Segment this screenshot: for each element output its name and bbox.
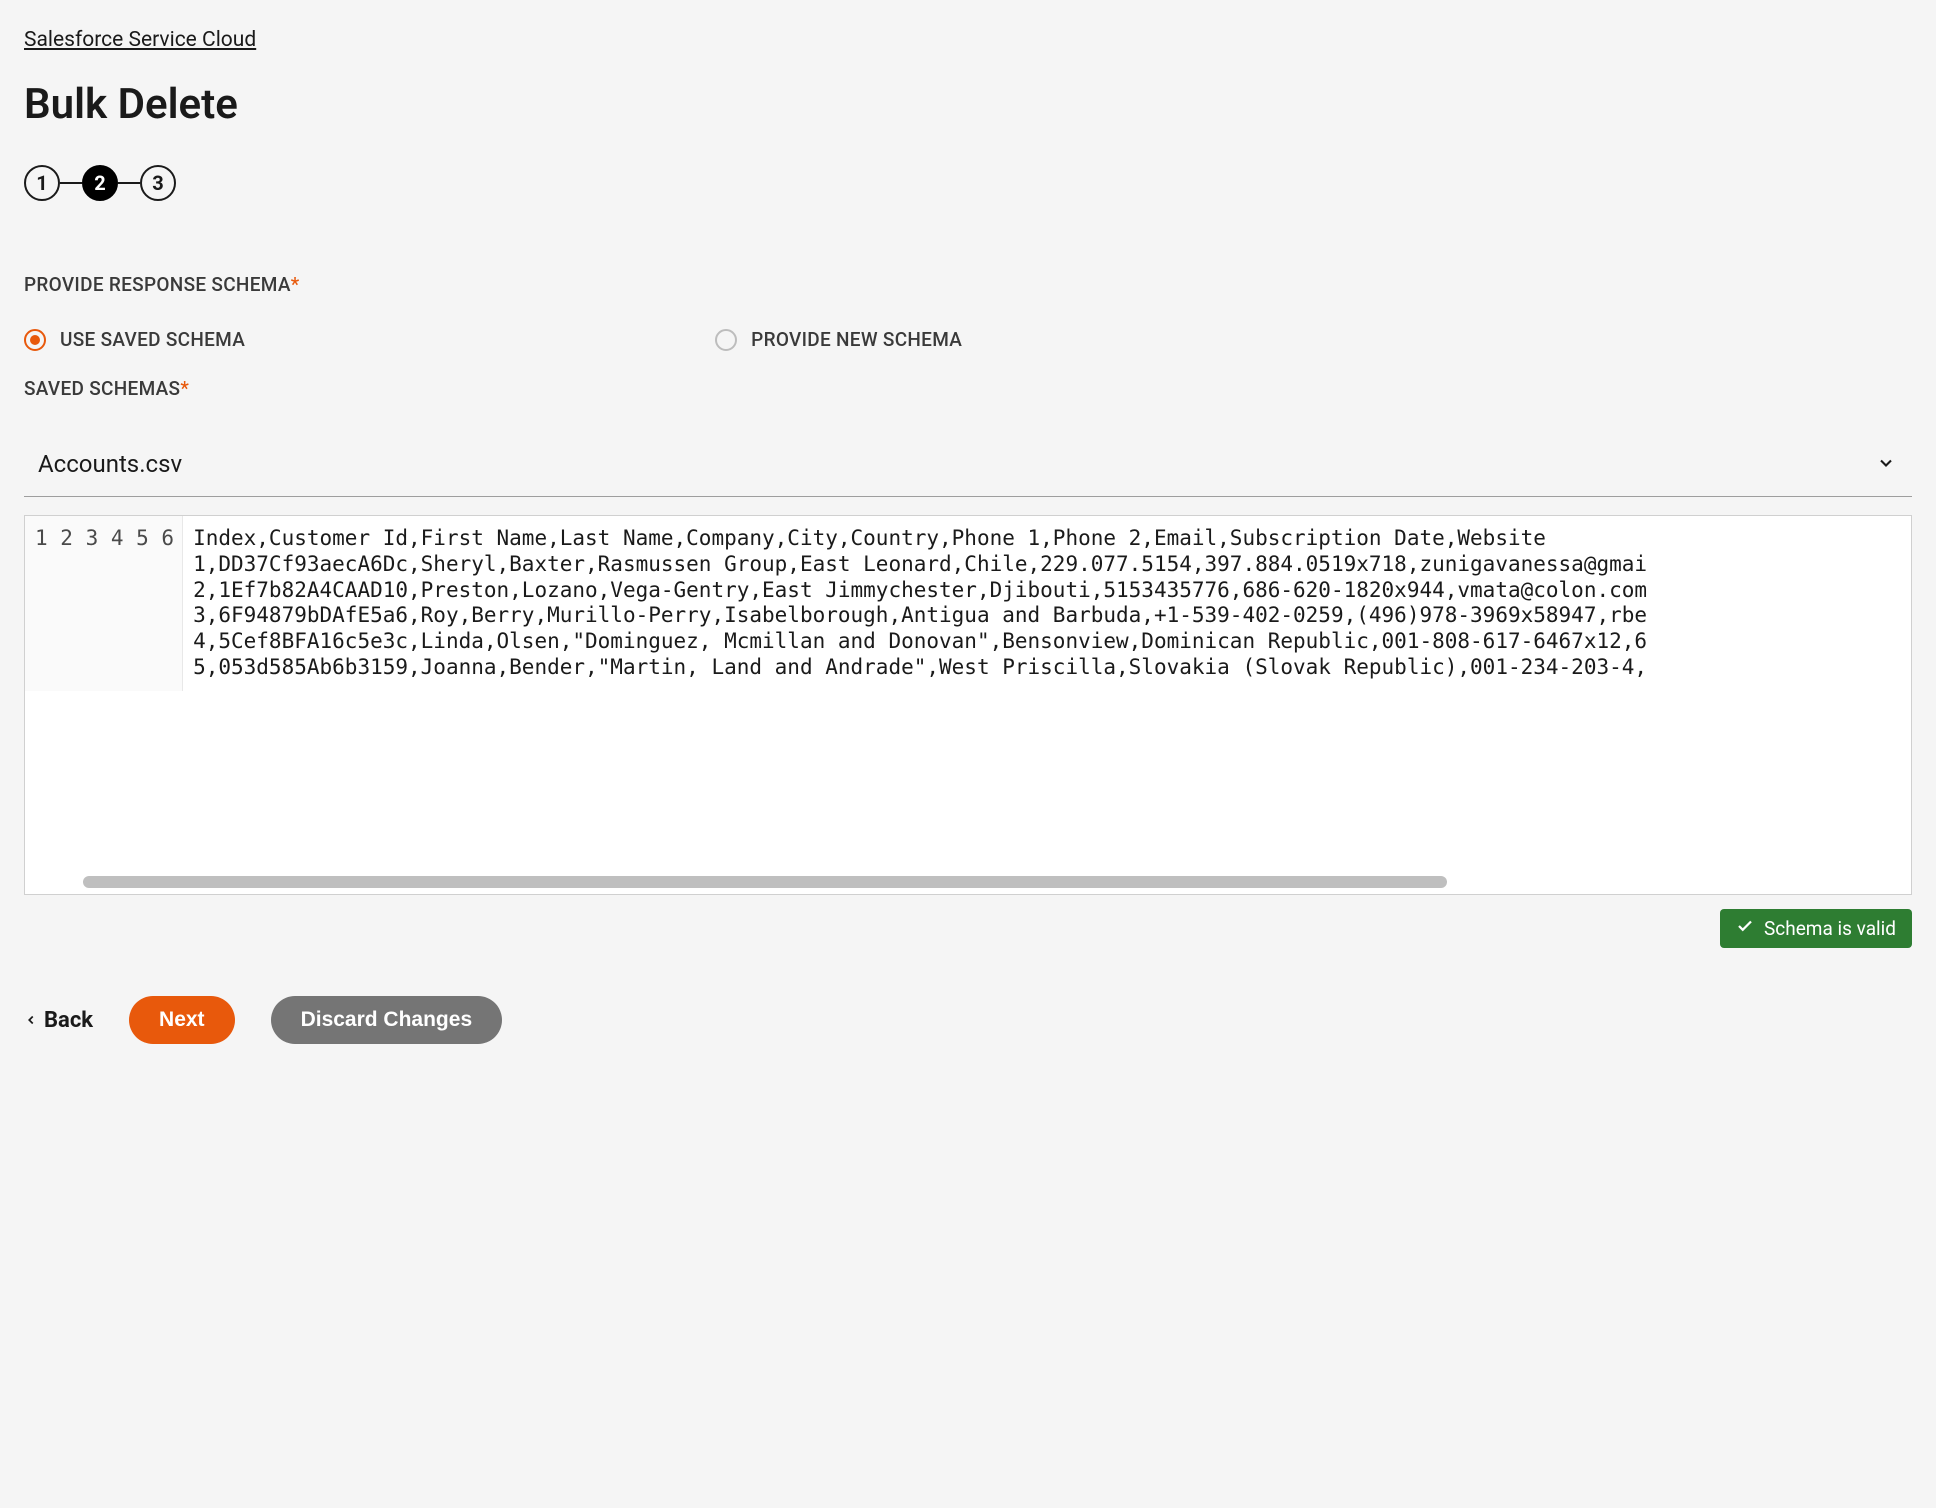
saved-schemas-label: SAVED SCHEMAS* xyxy=(24,377,1912,400)
check-icon xyxy=(1736,917,1754,940)
step-1[interactable]: 1 xyxy=(24,165,60,201)
saved-schemas-label-text: SAVED SCHEMAS xyxy=(24,377,180,400)
schema-section-label: PROVIDE RESPONSE SCHEMA* xyxy=(24,273,1912,296)
next-button[interactable]: Next xyxy=(129,996,235,1044)
schema-section-label-text: PROVIDE RESPONSE SCHEMA xyxy=(24,273,291,296)
radio-provide-new-schema[interactable]: PROVIDE NEW SCHEMA xyxy=(715,328,962,351)
schema-radio-group: USE SAVED SCHEMA PROVIDE NEW SCHEMA xyxy=(24,328,1912,351)
schema-valid-text: Schema is valid xyxy=(1764,917,1896,940)
step-connector xyxy=(118,182,140,185)
back-button-label: Back xyxy=(44,1008,93,1033)
saved-schema-select[interactable]: Accounts.csv xyxy=(24,432,1912,497)
code-gutter: 1 2 3 4 5 6 xyxy=(25,516,183,691)
radio-use-saved-schema[interactable]: USE SAVED SCHEMA xyxy=(24,328,245,351)
code-content[interactable]: Index,Customer Id,First Name,Last Name,C… xyxy=(183,516,1657,691)
step-3[interactable]: 3 xyxy=(140,165,176,201)
step-connector xyxy=(60,182,82,185)
schema-valid-badge: Schema is valid xyxy=(1720,909,1912,948)
discard-changes-button[interactable]: Discard Changes xyxy=(271,996,503,1044)
saved-schema-selected-value: Accounts.csv xyxy=(38,450,182,478)
saved-schema-select-wrap: Accounts.csv xyxy=(24,432,1912,497)
code-editor[interactable]: 1 2 3 4 5 6 Index,Customer Id,First Name… xyxy=(24,515,1912,895)
radio-label-use-saved: USE SAVED SCHEMA xyxy=(60,328,245,351)
back-button[interactable]: Back xyxy=(24,1008,93,1033)
required-asterisk: * xyxy=(180,377,189,400)
radio-input-use-saved[interactable] xyxy=(24,329,46,351)
scrollbar-thumb[interactable] xyxy=(83,876,1447,888)
required-asterisk: * xyxy=(291,273,300,296)
radio-input-provide-new[interactable] xyxy=(715,329,737,351)
radio-label-provide-new: PROVIDE NEW SCHEMA xyxy=(751,328,962,351)
page-title: Bulk Delete xyxy=(24,80,1912,129)
chevron-left-icon xyxy=(24,1008,38,1033)
stepper: 1 2 3 xyxy=(24,165,1912,201)
horizontal-scrollbar[interactable] xyxy=(83,876,1901,888)
footer-buttons: Back Next Discard Changes xyxy=(24,996,1912,1044)
step-2[interactable]: 2 xyxy=(82,165,118,201)
chevron-down-icon xyxy=(1876,453,1896,477)
breadcrumb-link[interactable]: Salesforce Service Cloud xyxy=(24,28,256,52)
